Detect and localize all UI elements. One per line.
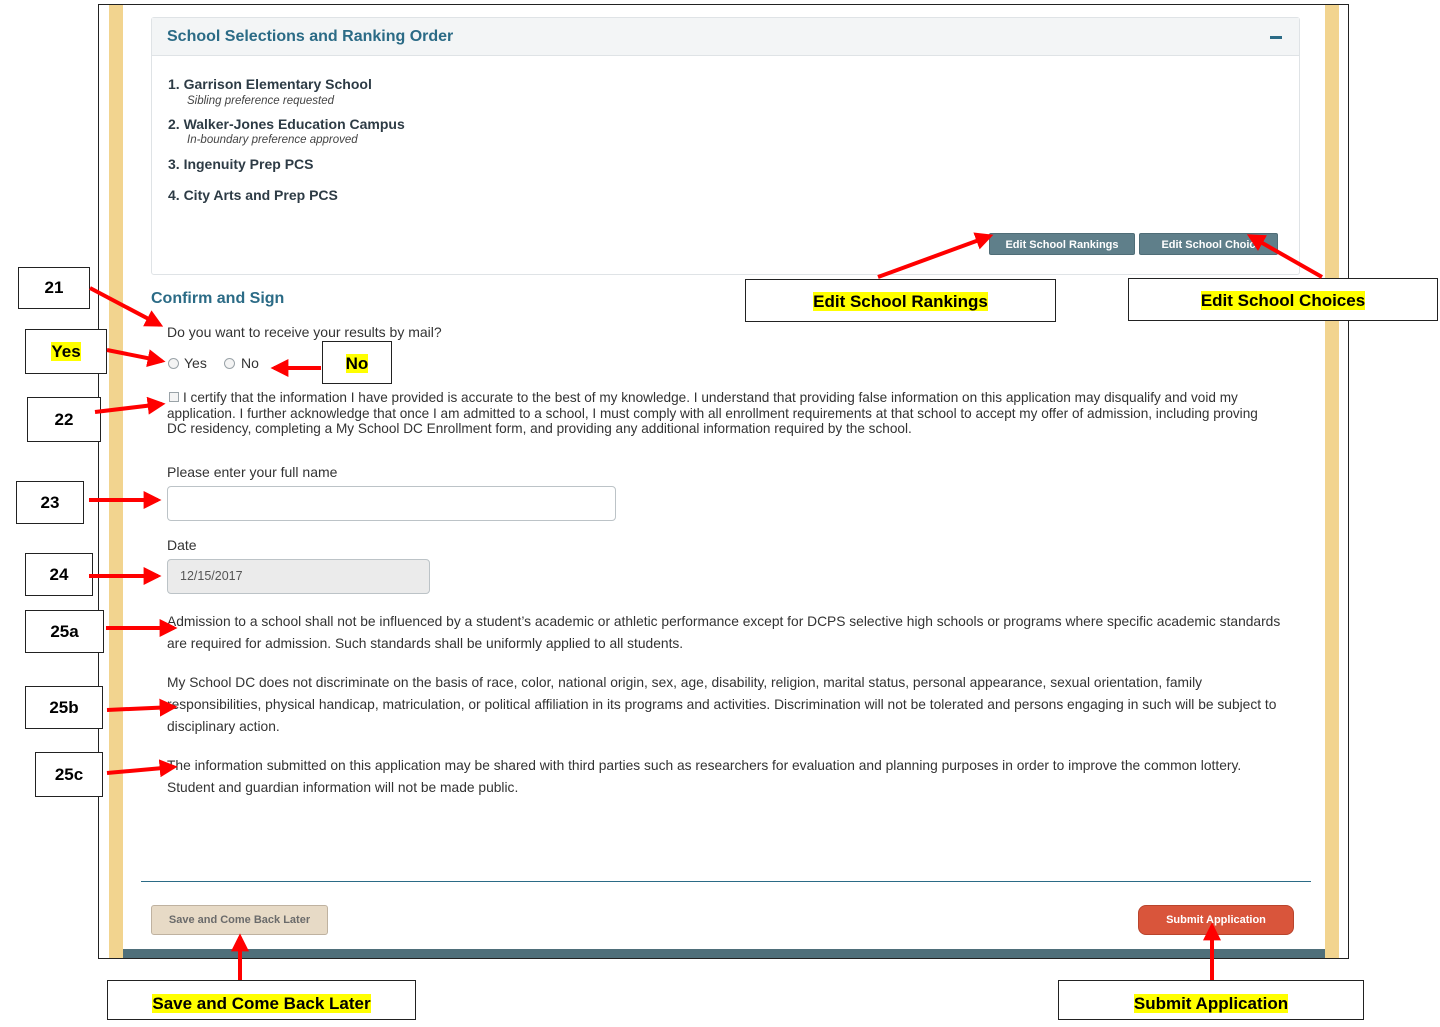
date-label: Date bbox=[167, 537, 197, 553]
edit-school-rankings-button[interactable]: Edit School Rankings bbox=[989, 233, 1135, 255]
callout-24: 24 bbox=[25, 553, 93, 596]
footer-divider bbox=[141, 881, 1311, 882]
callout-25c-text: 25c bbox=[54, 765, 84, 784]
callout-21: 21 bbox=[18, 267, 90, 309]
callout-no-text: No bbox=[345, 354, 369, 373]
no-radio[interactable] bbox=[224, 358, 235, 369]
callout-edit-rankings: Edit School Rankings bbox=[745, 279, 1056, 322]
full-name-input[interactable] bbox=[167, 486, 616, 521]
callout-24-text: 24 bbox=[49, 565, 69, 584]
date-field: 12/15/2017 bbox=[167, 559, 430, 594]
nondiscrimination-notice: My School DC does not discriminate on th… bbox=[167, 675, 1277, 734]
yes-radio-label[interactable]: Yes bbox=[184, 355, 207, 371]
school-item: 3. Ingenuity Prep PCS bbox=[168, 156, 314, 172]
callout-edit-choices: Edit School Choices bbox=[1128, 278, 1438, 321]
callout-23: 23 bbox=[16, 481, 84, 524]
callout-22: 22 bbox=[27, 397, 101, 442]
certify-text: I certify that the information I have pr… bbox=[167, 390, 1258, 436]
confirm-and-sign-title: Confirm and Sign bbox=[151, 290, 285, 307]
edit-school-choices-button[interactable]: Edit School Choic bbox=[1139, 233, 1278, 255]
callout-25c: 25c bbox=[35, 752, 103, 797]
application-screenshot: School Selections and Ranking Order 1. G… bbox=[98, 4, 1349, 959]
collapse-icon[interactable] bbox=[1270, 36, 1282, 39]
callout-no: No bbox=[322, 341, 392, 384]
school-item: 4. City Arts and Prep PCS bbox=[168, 187, 338, 203]
full-name-label: Please enter your full name bbox=[167, 464, 338, 480]
callout-25a-text: 25a bbox=[50, 622, 79, 641]
school-note: In-boundary preference approved bbox=[187, 134, 358, 146]
callout-submit-text: Submit Application bbox=[1133, 994, 1289, 1013]
callout-25a: 25a bbox=[25, 610, 104, 653]
submit-application-button[interactable]: Submit Application bbox=[1138, 905, 1294, 935]
data-sharing-notice: The information submitted on this applic… bbox=[167, 758, 1242, 795]
school-panel-title: School Selections and Ranking Order bbox=[167, 28, 454, 45]
bottom-band bbox=[123, 949, 1325, 958]
school-item: 2. Walker-Jones Education Campus bbox=[168, 116, 405, 132]
admission-notice: Admission to a school shall not be influ… bbox=[167, 614, 1281, 651]
mail-question: Do you want to receive your results by m… bbox=[167, 324, 442, 340]
callout-submit: Submit Application bbox=[1058, 980, 1364, 1020]
callout-22-text: 22 bbox=[54, 410, 74, 429]
callout-save-text: Save and Come Back Later bbox=[152, 994, 371, 1013]
left-gold-border bbox=[109, 5, 123, 958]
right-gold-border bbox=[1325, 5, 1339, 958]
yes-radio[interactable] bbox=[168, 358, 179, 369]
school-item: 1. Garrison Elementary School bbox=[168, 76, 372, 92]
callout-25b-text: 25b bbox=[49, 698, 79, 717]
school-note: Sibling preference requested bbox=[187, 95, 335, 107]
callout-yes: Yes bbox=[25, 329, 107, 374]
no-radio-label[interactable]: No bbox=[241, 355, 259, 371]
school-selections-panel: School Selections and Ranking Order 1. G… bbox=[151, 17, 1300, 275]
school-panel-header[interactable]: School Selections and Ranking Order bbox=[152, 18, 1299, 56]
callout-25b: 25b bbox=[25, 686, 103, 729]
callout-21-text: 21 bbox=[44, 278, 64, 297]
callout-23-text: 23 bbox=[40, 493, 60, 512]
callout-yes-text: Yes bbox=[51, 342, 81, 361]
callout-save: Save and Come Back Later bbox=[107, 980, 416, 1020]
callout-edit-choices-text: Edit School Choices bbox=[1200, 291, 1366, 310]
callout-edit-rankings-text: Edit School Rankings bbox=[813, 292, 988, 311]
save-and-come-back-later-button[interactable]: Save and Come Back Later bbox=[151, 905, 328, 935]
